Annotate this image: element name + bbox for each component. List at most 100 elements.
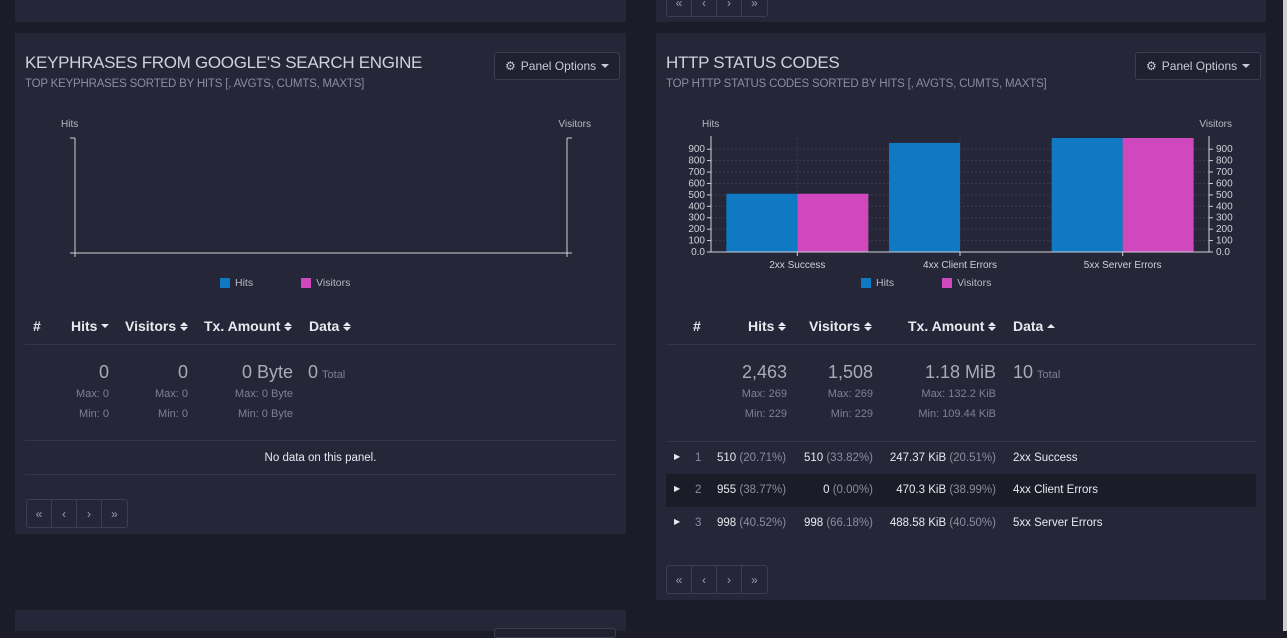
row-tx: 488.58 KiB (40.50%) bbox=[889, 517, 996, 529]
y-tick-label: 900 bbox=[688, 144, 705, 155]
http-status-panel: HTTP STATUS CODES TOP HTTP STATUS CODES … bbox=[656, 33, 1266, 600]
col-num: # bbox=[33, 318, 41, 334]
panel-title: HTTP STATUS CODES bbox=[666, 53, 840, 72]
y-tick-label: 600 bbox=[688, 178, 705, 189]
pager-next-button[interactable]: › bbox=[77, 500, 102, 527]
expand-row-icon[interactable]: ▶ bbox=[674, 452, 680, 461]
pager-first-button[interactable]: « bbox=[27, 500, 52, 527]
col-hits[interactable]: Hits bbox=[748, 318, 787, 334]
table-bottom-divider bbox=[25, 474, 616, 475]
row-hits: 955 (38.77%) bbox=[717, 484, 787, 496]
row-hits: 998 (40.52%) bbox=[717, 517, 787, 529]
left-axis-label: Hits bbox=[702, 119, 719, 130]
table-row[interactable]: ▶ 3 998 (40.52%) 998 (66.18%) 488.58 KiB… bbox=[666, 507, 1256, 539]
scrollbar-thumb[interactable] bbox=[1283, 0, 1287, 631]
row-data: 4xx Client Errors bbox=[1013, 484, 1098, 496]
total-visitors: 0 bbox=[177, 362, 188, 382]
left-axis-label: Hits bbox=[61, 119, 78, 130]
expand-row-icon[interactable]: ▶ bbox=[674, 517, 680, 526]
y-tick-label: 100 bbox=[688, 236, 705, 247]
panel-options-button[interactable]: ⚙ Panel Options bbox=[494, 52, 621, 80]
legend-visitors-label: Visitors bbox=[957, 277, 992, 289]
pager-prev-button[interactable]: ‹ bbox=[692, 566, 717, 593]
col-tx-amount[interactable]: Tx. Amount bbox=[204, 318, 293, 334]
y-tick-label: 200 bbox=[688, 224, 705, 235]
pager-last-button[interactable]: » bbox=[742, 566, 767, 593]
total-tx-max: Max: 0 Byte bbox=[234, 388, 293, 400]
legend-hits-label: Hits bbox=[876, 277, 895, 289]
bar-visitors-0 bbox=[797, 193, 869, 252]
sort-asc-icon bbox=[1047, 324, 1056, 328]
bar-hits-0 bbox=[726, 193, 798, 252]
panel-subtitle: TOP KEYPHRASES SORTED BY HITS [, AVGTS, … bbox=[25, 78, 365, 90]
col-data[interactable]: Data bbox=[1013, 318, 1056, 334]
gear-icon: ⚙ bbox=[505, 59, 516, 73]
col-hits[interactable]: Hits bbox=[71, 318, 110, 334]
expand-row-icon[interactable]: ▶ bbox=[674, 484, 680, 493]
keyphrases-chart: Hits Visitors bbox=[61, 119, 591, 257]
row-visitors: 510 (33.82%) bbox=[803, 452, 873, 464]
bar-visitors-2 bbox=[1122, 138, 1194, 252]
total-visitors-min: Min: 0 bbox=[158, 408, 188, 420]
y2-tick-label: 700 bbox=[1216, 167, 1233, 178]
y2-tick-label: 900 bbox=[1216, 144, 1233, 155]
table-row[interactable]: ▶ 2 955 (38.77%) 0 (0.00%) 470.3 KiB (38… bbox=[666, 474, 1256, 507]
col-tx-amount[interactable]: Tx. Amount bbox=[908, 318, 997, 334]
row-data: 2xx Success bbox=[1013, 452, 1078, 464]
pager-first-button[interactable]: « bbox=[667, 0, 692, 16]
total-visitors: 1,508 bbox=[827, 362, 873, 382]
row-tx: 470.3 KiB (38.99%) bbox=[896, 484, 996, 496]
keyphrases-pager: « ‹ › » bbox=[26, 499, 128, 528]
total-hits-min: Min: 229 bbox=[744, 408, 787, 420]
header-divider bbox=[25, 344, 616, 345]
pager-prev-button[interactable]: ‹ bbox=[692, 0, 717, 16]
total-tx: 1.18 MiB bbox=[924, 362, 996, 382]
totals-divider bbox=[25, 440, 616, 441]
y2-tick-label: 400 bbox=[1216, 201, 1233, 212]
row-num: 1 bbox=[695, 452, 702, 464]
y-tick-label: 700 bbox=[688, 167, 705, 178]
header-divider bbox=[666, 344, 1256, 345]
bar-hits-2 bbox=[1051, 138, 1123, 252]
total-hits: 0 bbox=[98, 362, 109, 382]
row-num: 3 bbox=[695, 517, 702, 529]
y2-tick-label: 300 bbox=[1216, 213, 1233, 224]
bar-hits-1 bbox=[889, 142, 960, 252]
panel-options-button[interactable] bbox=[494, 628, 616, 638]
http-status-chart: Hits Visitors 0.0 0.0100 100200 200300 30040… bbox=[688, 119, 1233, 271]
total-data: 0 Total bbox=[308, 362, 346, 382]
pager-first-button[interactable]: « bbox=[667, 566, 692, 593]
total-tx: 0 Byte bbox=[241, 362, 293, 382]
row-num: 2 bbox=[695, 484, 702, 496]
sort-icon bbox=[284, 321, 293, 331]
col-visitors[interactable]: Visitors bbox=[809, 318, 873, 334]
col-num: # bbox=[693, 318, 701, 334]
y2-tick-label: 500 bbox=[1216, 190, 1233, 201]
y2-tick-label: 800 bbox=[1216, 156, 1233, 167]
total-hits-min: Min: 0 bbox=[79, 408, 109, 420]
pager-last-button[interactable]: » bbox=[742, 0, 767, 16]
legend-hits-swatch bbox=[861, 278, 871, 288]
row-visitors: 0 (0.00%) bbox=[823, 484, 873, 496]
legend-visitors-swatch bbox=[301, 278, 312, 288]
y-tick-label: 400 bbox=[688, 201, 705, 212]
y2-tick-label: 200 bbox=[1216, 224, 1233, 235]
col-visitors[interactable]: Visitors bbox=[125, 318, 189, 334]
y2-tick-label: 600 bbox=[1216, 178, 1233, 189]
chart-legend: Hits Visitors bbox=[861, 277, 991, 289]
legend-hits-label: Hits bbox=[235, 277, 254, 289]
table-row[interactable]: ▶ 1 510 (20.71%) 510 (33.82%) 247.37 KiB… bbox=[666, 442, 1256, 474]
col-data[interactable]: Data bbox=[309, 318, 352, 334]
pager-last-button[interactable]: » bbox=[102, 500, 127, 527]
top-right-pager: « ‹ › » bbox=[666, 0, 768, 17]
total-tx-min: Min: 0 Byte bbox=[237, 408, 293, 420]
keyphrases-panel: KEYPHRASES FROM GOOGLE'S SEARCH ENGINE T… bbox=[15, 33, 626, 534]
pager-prev-button[interactable]: ‹ bbox=[52, 500, 77, 527]
pager-next-button[interactable]: › bbox=[717, 0, 742, 16]
panel-options-button[interactable]: ⚙ Panel Options bbox=[1135, 52, 1262, 80]
pager-next-button[interactable]: › bbox=[717, 566, 742, 593]
gear-icon: ⚙ bbox=[1146, 59, 1157, 73]
http-status-pager: « ‹ › » bbox=[666, 565, 768, 594]
y2-tick-label: 100 bbox=[1216, 236, 1233, 247]
y-tick-label: 500 bbox=[688, 190, 705, 201]
